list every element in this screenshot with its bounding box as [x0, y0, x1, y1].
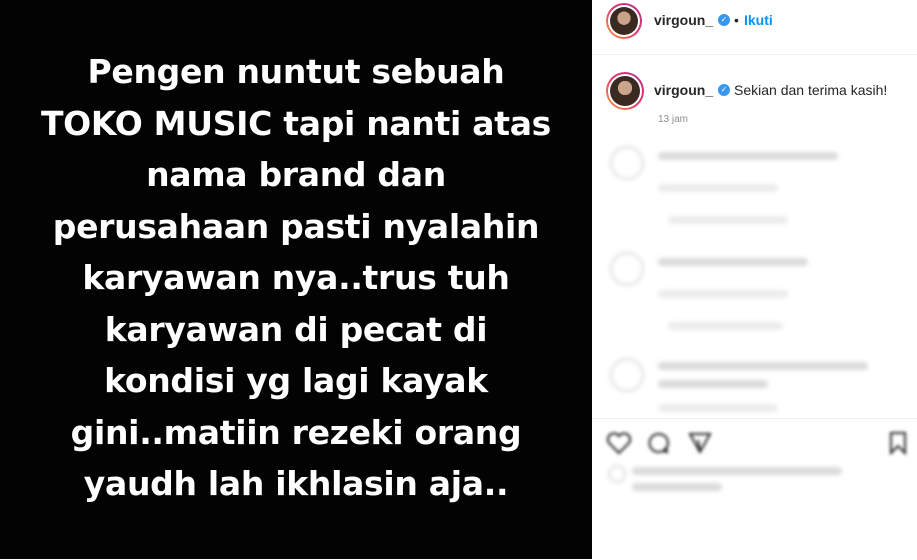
- avatar[interactable]: [606, 3, 642, 39]
- post-text-line: yaudh lah ikhlasin aja..: [83, 464, 509, 503]
- comment-avatar: [610, 358, 644, 392]
- action-bar: [592, 418, 917, 560]
- verified-badge-icon: ✓: [718, 84, 730, 96]
- post-text-line: karyawan nya..trus tuh: [82, 258, 510, 297]
- post-image[interactable]: Pengen nuntut sebuah TOKO MUSIC tapi nan…: [0, 0, 592, 559]
- post-text-line: TOKO MUSIC tapi nanti atas: [40, 103, 552, 143]
- post-header: virgoun_ ✓ • Ikuti: [592, 0, 917, 55]
- comment-icon[interactable]: [646, 431, 670, 455]
- heart-icon[interactable]: [606, 431, 632, 455]
- share-icon[interactable]: [688, 431, 712, 455]
- comment-line: [658, 152, 838, 160]
- post-text-line: Pengen nuntut sebuah: [87, 52, 505, 91]
- caption-avatar[interactable]: [606, 72, 644, 110]
- likes-line: [632, 483, 722, 491]
- header-username[interactable]: virgoun_: [654, 12, 713, 28]
- post-text-line: perusahaan pasti nyalahin: [52, 206, 540, 246]
- comment-meta: [658, 404, 778, 412]
- comment-meta: [658, 184, 778, 192]
- comment-replies: [668, 322, 783, 330]
- comment-line: [658, 258, 808, 266]
- liker-avatar: [608, 465, 626, 483]
- verified-badge-icon: ✓: [718, 14, 730, 26]
- post-text-line: karyawan di pecat di: [104, 309, 488, 349]
- comment-meta: [658, 290, 788, 298]
- comment-line: [658, 380, 768, 388]
- bookmark-icon[interactable]: [888, 431, 908, 455]
- caption-time: 13 jam: [658, 114, 689, 125]
- post-text-line: nama brand dan: [146, 155, 446, 194]
- comment-replies: [668, 216, 788, 224]
- comment-avatar: [610, 146, 644, 180]
- post-text-line: gini..matiin rezeki orang: [70, 412, 522, 452]
- caption-username[interactable]: virgoun_: [654, 82, 713, 98]
- post-text-line: kondisi yg lagi kayak: [104, 361, 488, 400]
- follow-button[interactable]: Ikuti: [744, 12, 773, 28]
- likes-line: [632, 467, 842, 475]
- comment-line: [658, 362, 868, 370]
- separator-dot: •: [734, 12, 739, 28]
- comment-avatar: [610, 252, 644, 286]
- caption-text: Sekian dan terima kasih!: [734, 82, 888, 98]
- post-sidebar: virgoun_ ✓ • Ikuti virgoun_ ✓ Sekian dan…: [592, 0, 917, 559]
- post-text: Pengen nuntut sebuah TOKO MUSIC tapi nan…: [0, 46, 592, 510]
